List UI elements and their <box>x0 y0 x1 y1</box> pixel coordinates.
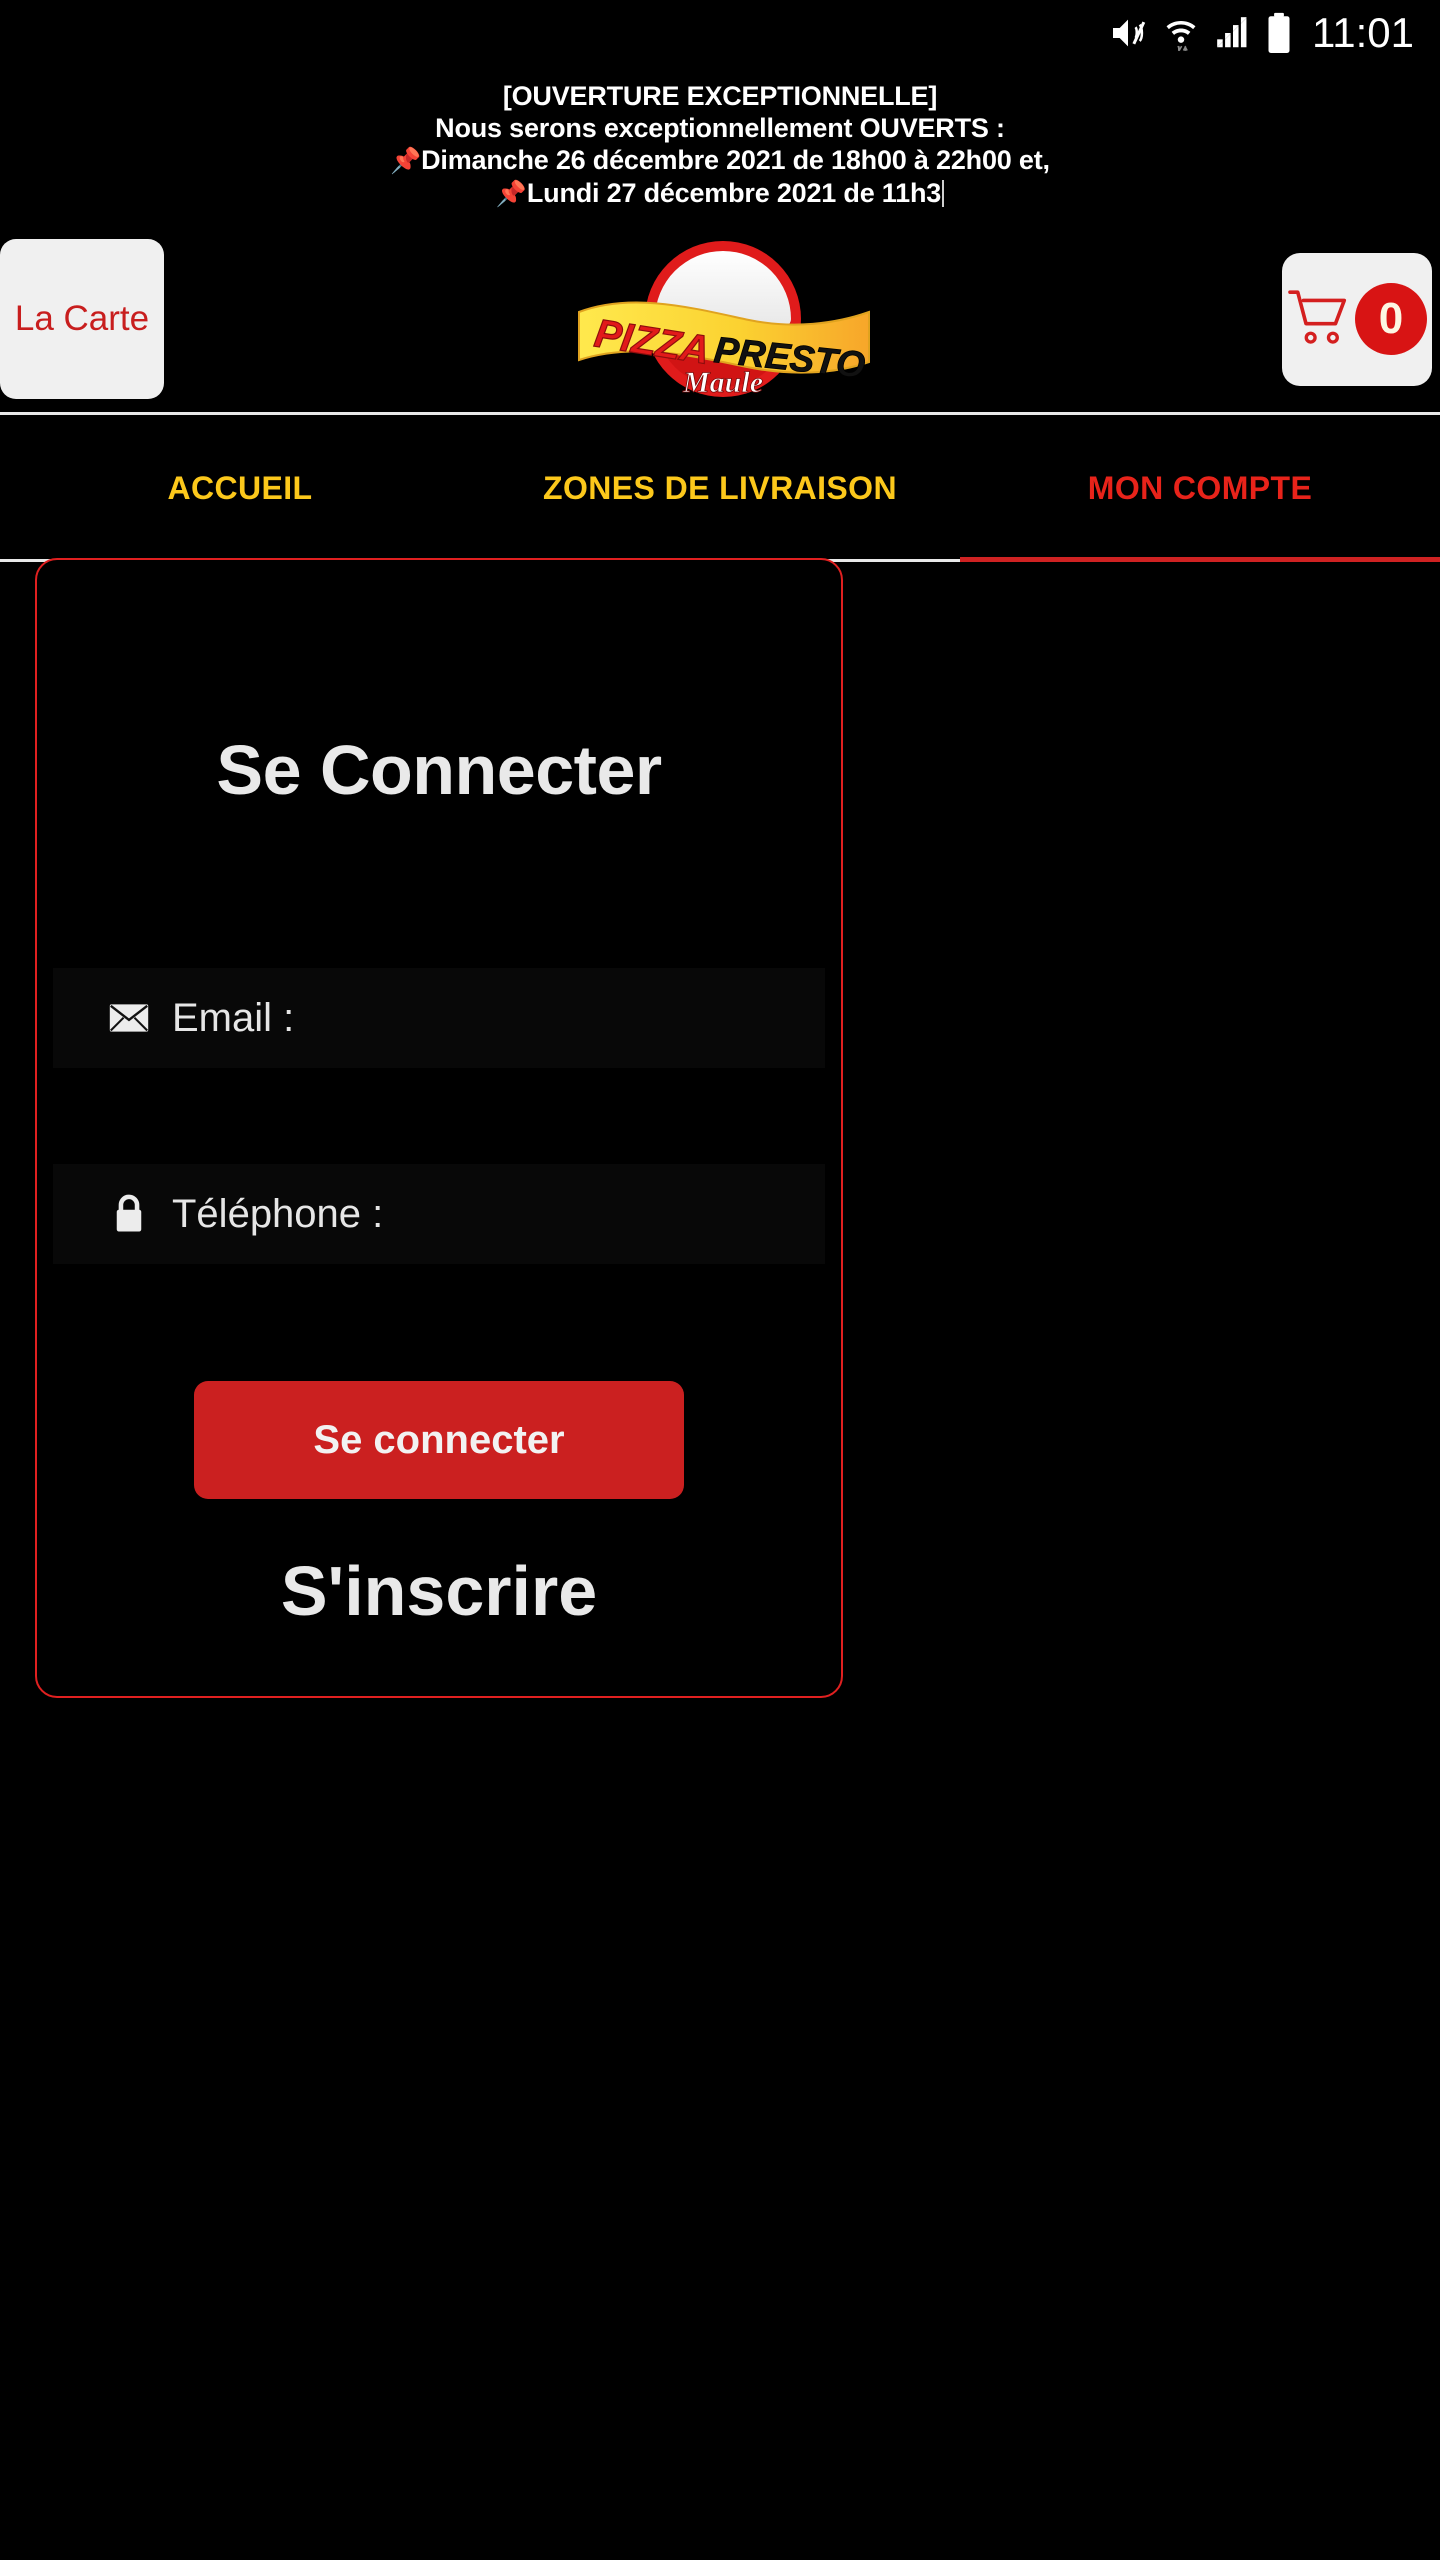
wifi-icon <box>1162 13 1200 53</box>
cart-count-badge: 0 <box>1355 283 1427 355</box>
login-card: Se Connecter Email : Téléphone : Se conn… <box>35 558 843 1698</box>
announcement-line-4-text: Lundi 27 décembre 2021 de 11h3 <box>526 178 942 208</box>
menu-carte-button[interactable]: La Carte <box>0 239 164 399</box>
phone-field[interactable]: Téléphone : <box>53 1164 825 1264</box>
tab-zones-de-livraison[interactable]: ZONES DE LIVRAISON <box>480 415 960 562</box>
main-navigation: ACCUEIL ZONES DE LIVRAISON MON COMPTE <box>0 412 1440 562</box>
lock-icon <box>108 1193 150 1235</box>
app-screen: 11:01 [OUVERTURE EXCEPTIONNELLE] Nous se… <box>0 0 1440 2560</box>
login-submit-button[interactable]: Se connecter <box>194 1381 684 1499</box>
site-header: La Carte PIZZA PRESTO Maule 0 <box>0 226 1440 412</box>
email-field[interactable]: Email : <box>53 968 825 1068</box>
pushpin-icon: 📌 <box>390 147 422 175</box>
pushpin-icon: 📌 <box>495 180 527 208</box>
battery-icon <box>1266 12 1292 54</box>
cart-button[interactable]: 0 <box>1282 252 1432 386</box>
svg-text:Maule: Maule <box>682 366 763 399</box>
announcement-line-3-text: Dimanche 26 décembre 2021 de 18h00 à 22h… <box>421 145 1050 175</box>
announcement-line-4: 📌Lundi 27 décembre 2021 de 11h3 <box>40 177 1400 210</box>
text-caret <box>942 180 945 207</box>
pizza-presto-logo-icon: PIZZA PRESTO Maule <box>578 241 870 399</box>
brand-logo[interactable]: PIZZA PRESTO Maule <box>573 234 873 404</box>
envelope-icon <box>108 997 150 1039</box>
mute-icon <box>1108 13 1148 53</box>
tab-mon-compte[interactable]: MON COMPTE <box>960 415 1440 562</box>
email-label: Email : <box>172 995 295 1040</box>
login-title: Se Connecter <box>216 731 662 809</box>
announcement-line-3: 📌Dimanche 26 décembre 2021 de 18h00 à 22… <box>40 144 1400 177</box>
shopping-cart-icon <box>1287 287 1355 352</box>
signup-link[interactable]: S'inscrire <box>37 1551 841 1631</box>
announcement-line-2: Nous serons exceptionnellement OUVERTS : <box>435 113 1005 143</box>
announcement-banner: [OUVERTURE EXCEPTIONNELLE] Nous serons e… <box>0 66 1440 216</box>
menu-carte-label: La Carte <box>14 299 150 338</box>
signal-icon <box>1214 13 1252 53</box>
phone-label: Téléphone : <box>172 1191 384 1236</box>
tab-accueil[interactable]: ACCUEIL <box>0 415 480 562</box>
status-bar: 11:01 <box>0 0 1440 66</box>
clock-label: 11:01 <box>1312 9 1414 56</box>
announcement-line-1: [OUVERTURE EXCEPTIONNELLE] <box>502 81 938 111</box>
